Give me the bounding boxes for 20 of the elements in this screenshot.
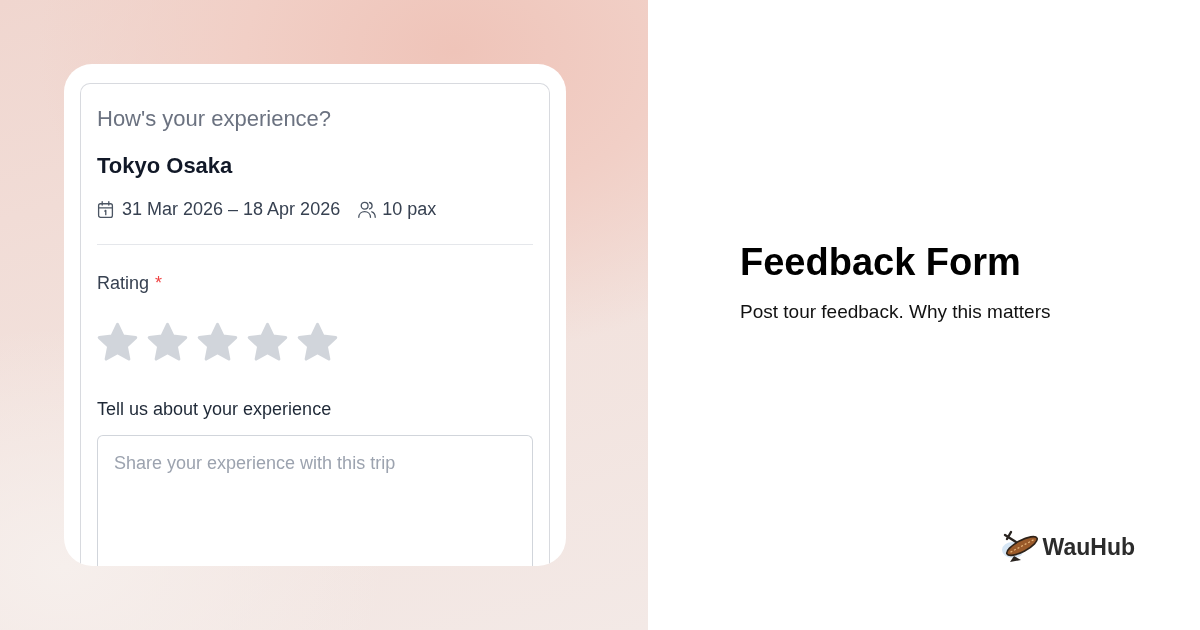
star-icon[interactable] [297, 322, 338, 361]
experience-textarea[interactable]: Share your experience with this trip [97, 435, 533, 566]
star-icon[interactable] [197, 322, 238, 361]
traveller-count: 10 pax [382, 198, 437, 220]
required-asterisk: * [155, 272, 163, 295]
trip-name: Tokyo Osaka [97, 152, 234, 180]
brand-name: WauHub [1042, 533, 1135, 561]
canoe-logo-icon [1000, 530, 1041, 564]
page-title: Feedback Form [740, 240, 1022, 285]
star-icon[interactable] [247, 322, 288, 361]
trip-dates: 31 Mar 2026 – 18 Apr 2026 [122, 198, 341, 220]
question-heading: How's your experience? [97, 105, 333, 133]
people-icon [358, 200, 377, 218]
star-icon[interactable] [97, 322, 138, 361]
calendar-icon [97, 200, 114, 218]
page-subtitle: Post tour feedback. Why this matters [740, 300, 1052, 324]
star-icon[interactable] [147, 322, 188, 361]
feedback-label: Tell us about your experience [97, 398, 333, 421]
rating-label: Rating [97, 272, 150, 295]
star-rating[interactable] [97, 322, 338, 361]
